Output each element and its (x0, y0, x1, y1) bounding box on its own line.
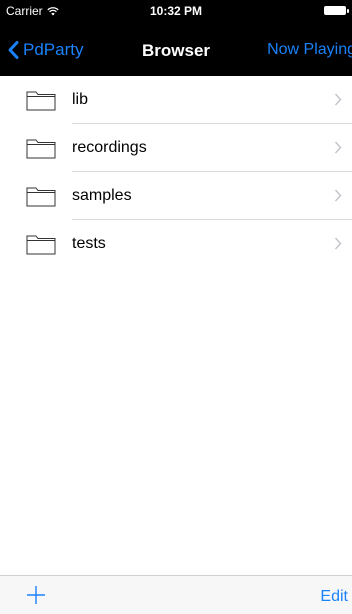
folder-icon (26, 91, 56, 111)
status-time: 10:32 PM (149, 4, 203, 18)
list-item-samples[interactable]: samples (0, 172, 352, 220)
folder-icon (26, 187, 56, 207)
folder-icon (26, 235, 56, 255)
chevron-right-icon (334, 141, 342, 154)
status-bar: Carrier 10:32 PM (0, 0, 352, 22)
navigation-bar: PdParty Browser Now Playing (0, 28, 352, 72)
browser-screen: Carrier 10:32 PM PdParty Browser Now Pla… (0, 0, 352, 614)
chevron-right-icon (334, 93, 342, 106)
plus-icon[interactable] (26, 585, 46, 605)
list-item-lib[interactable]: lib (0, 76, 352, 124)
now-playing-button[interactable]: Now Playing (267, 41, 352, 59)
edit-button[interactable]: Edit (320, 588, 348, 606)
list-item-label: recordings (72, 139, 147, 156)
folder-icon (26, 139, 56, 159)
list-item-recordings[interactable]: recordings (0, 124, 352, 172)
file-list: lib recordings samples tests (0, 76, 352, 268)
chevron-right-icon (334, 189, 342, 202)
list-item-label: tests (72, 235, 106, 252)
list-item-tests[interactable]: tests (0, 220, 352, 268)
list-item-label: lib (72, 91, 89, 108)
top-bar: Carrier 10:32 PM PdParty Browser Now Pla… (0, 0, 352, 76)
bottom-toolbar: Edit (0, 575, 352, 614)
chevron-right-icon (334, 237, 342, 250)
list-item-label: samples (72, 187, 132, 204)
battery-icon (324, 6, 349, 15)
